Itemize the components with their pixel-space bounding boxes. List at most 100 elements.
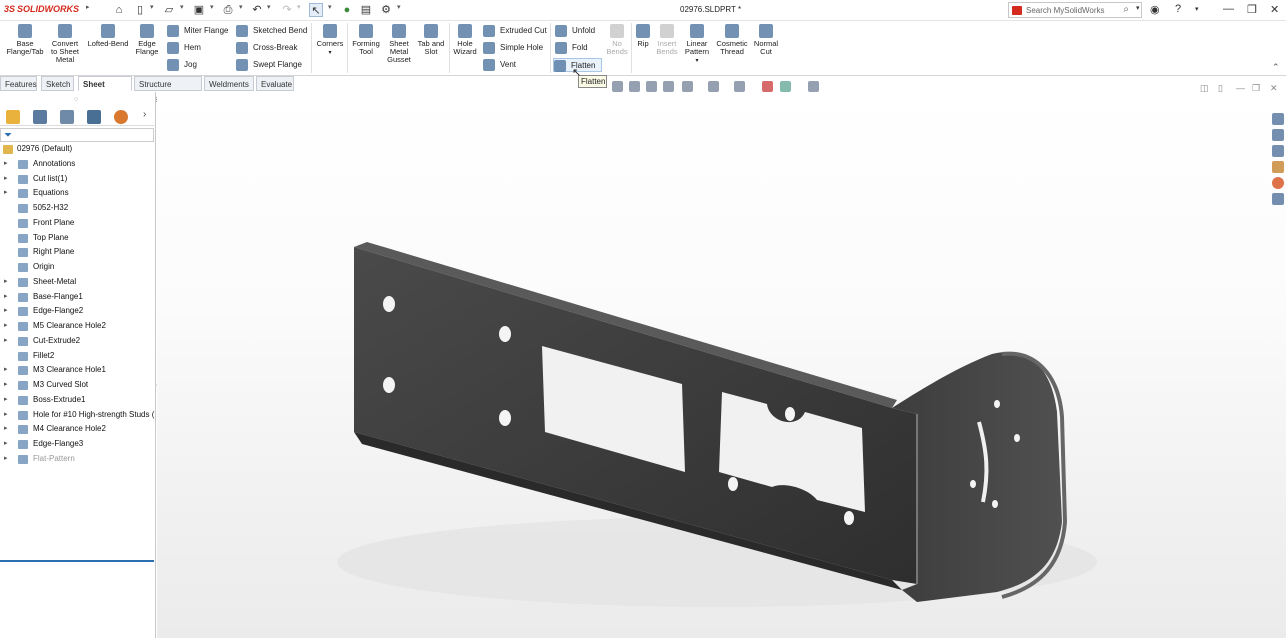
rip-button[interactable]: Rip [633,24,653,48]
tab-features[interactable]: Features [0,76,37,91]
expand-arrow-icon[interactable]: ▸ [4,363,8,378]
tree-item[interactable]: Front Plane [0,216,156,231]
base-flange-button[interactable]: Base Flange/Tab [5,24,45,56]
tree-item[interactable]: ▸ Hole for #10 High-strength Studs ( [0,408,156,423]
tab-and-slot-button[interactable]: Tab and Slot [415,24,447,56]
print-dropdown[interactable]: ▾ [239,3,243,11]
expand-arrow-icon[interactable]: ▸ [4,334,8,349]
normal-cut-button[interactable]: Normal Cut [751,24,781,56]
feature-tree-tab-icon[interactable] [6,110,20,124]
zoom-area-icon[interactable] [629,81,640,92]
file-explorer-icon[interactable] [1272,145,1284,157]
swept-flange-button[interactable]: Swept Flange [236,58,302,72]
edit-appearance-icon[interactable] [780,81,791,92]
help-dropdown[interactable]: ▾ [1195,5,1199,13]
tree-item[interactable]: ▸ Base-Flange1 [0,290,156,305]
tree-item[interactable]: ▸ Edge-Flange3 [0,437,156,452]
unfold-button[interactable]: Unfold [555,24,595,38]
logo-menu-arrow[interactable]: ▸ [86,3,90,11]
convert-to-sheet-metal-button[interactable]: Convert to Sheet Metal [46,24,84,64]
sketched-bend-button[interactable]: Sketched Bend [236,24,307,38]
expand-arrow-icon[interactable]: ▸ [4,378,8,393]
tree-item[interactable]: ▸ Equations [0,186,156,201]
undo-icon[interactable]: ↶ [250,3,264,17]
fold-button[interactable]: Fold [555,41,588,55]
display-manager-tab-icon[interactable] [114,110,128,124]
tree-item[interactable]: Right Plane [0,245,156,260]
new-document-icon[interactable]: ▯ [133,3,147,17]
expand-arrow-icon[interactable]: ▸ [4,393,8,408]
dimxpert-tab-icon[interactable] [87,110,101,124]
expand-arrow-icon[interactable]: ▸ [4,290,8,305]
print-icon[interactable]: ⎙ [221,3,235,17]
dynamic-annotation-icon[interactable] [682,81,693,92]
open-folder-icon[interactable]: ▱ [162,3,176,17]
jog-button[interactable]: Jog [167,58,197,72]
file-properties-icon[interactable]: ▤ [359,3,373,17]
tab-structure-system[interactable]: Structure System [134,76,202,104]
search-box[interactable]: Search MySolidWorks ⌕ [1008,2,1142,18]
rollback-bar[interactable] [0,560,154,562]
extruded-cut-button[interactable]: Extruded Cut [483,24,547,38]
tree-item[interactable]: Fillet2 [0,349,156,364]
tree-item[interactable]: ▸ M3 Clearance Hole1 [0,363,156,378]
search-icon[interactable]: ⌕ [1123,4,1129,15]
vent-button[interactable]: Vent [483,58,516,72]
options-dropdown[interactable]: ▾ [397,3,401,11]
design-library-icon[interactable] [1272,129,1284,141]
view-orientation-icon[interactable] [708,81,719,92]
restore-icon[interactable]: ❐ [1247,3,1257,16]
save-icon[interactable]: ▣ [192,3,206,17]
expand-arrow-icon[interactable]: ▸ [4,452,8,467]
tree-item[interactable]: ▸ Sheet-Metal [0,275,156,290]
tab-sketch[interactable]: Sketch [41,76,74,91]
tab-weldments[interactable]: Weldments [204,76,254,91]
panel-grip[interactable]: ○ [74,96,78,103]
view-palette-icon[interactable] [1272,161,1284,173]
forming-tool-button[interactable]: Forming Tool [350,24,382,56]
appearances-icon[interactable] [1272,177,1284,189]
tab-sheet-metal[interactable]: Sheet Metal [78,76,132,104]
user-account-icon[interactable]: ◉ [1150,3,1160,16]
configuration-manager-tab-icon[interactable] [60,110,74,124]
edge-flange-button[interactable]: Edge Flange [133,24,161,56]
minimize-icon[interactable]: — [1223,3,1234,15]
tree-item[interactable]: ▸ M5 Clearance Hole2 [0,319,156,334]
graphics-area[interactable] [157,92,1286,638]
search-dropdown[interactable]: ▾ [1136,4,1140,12]
tree-filter-field[interactable]: ⏷ [0,128,154,142]
expand-arrow-icon[interactable]: ▸ [4,422,8,437]
insert-bends-button[interactable]: Insert Bends [654,24,680,56]
expand-arrow-icon[interactable]: ▸ [4,408,8,423]
sheet-metal-part-model[interactable] [157,92,1286,638]
cross-break-button[interactable]: Cross-Break [236,41,297,55]
close-icon[interactable]: ✕ [1270,3,1279,16]
select-dropdown[interactable]: ▾ [328,3,332,11]
expand-arrow-icon[interactable]: ▸ [4,437,8,452]
tree-item[interactable]: ▸ Cut-Extrude2 [0,334,156,349]
cosmetic-thread-button[interactable]: Cosmetic Thread [714,24,750,56]
lofted-bend-button[interactable]: Lofted-Bend [84,24,132,48]
expand-arrow-icon[interactable]: ▸ [4,186,8,201]
expand-arrow-icon[interactable]: ▸ [4,172,8,187]
rebuild-icon[interactable]: ● [340,3,354,17]
expand-arrow-icon[interactable]: ▸ [4,275,8,290]
open-dropdown[interactable]: ▾ [180,3,184,11]
tab-evaluate[interactable]: Evaluate [256,76,294,91]
previous-view-icon[interactable] [646,81,657,92]
simple-hole-button[interactable]: Simple Hole [483,41,543,55]
help-icon[interactable]: ? [1175,3,1181,15]
tree-item[interactable]: ▸ M4 Clearance Hole2 [0,422,156,437]
tree-item[interactable]: 5052-H32 [0,201,156,216]
tree-item[interactable]: ▸ Edge-Flange2 [0,304,156,319]
display-style-icon[interactable] [734,81,745,92]
tree-item[interactable]: ▸ M3 Curved Slot [0,378,156,393]
redo-dropdown[interactable]: ▾ [297,3,301,11]
search-input[interactable]: Search MySolidWorks [1026,6,1105,15]
corners-button[interactable]: Corners ▾ [314,24,346,57]
property-manager-tab-icon[interactable] [33,110,47,124]
miter-flange-button[interactable]: Miter Flange [167,24,228,38]
solidworks-resources-icon[interactable] [1272,113,1284,125]
expand-arrow-icon[interactable]: ▸ [4,304,8,319]
linear-pattern-button[interactable]: Linear Pattern ▾ [682,24,712,65]
